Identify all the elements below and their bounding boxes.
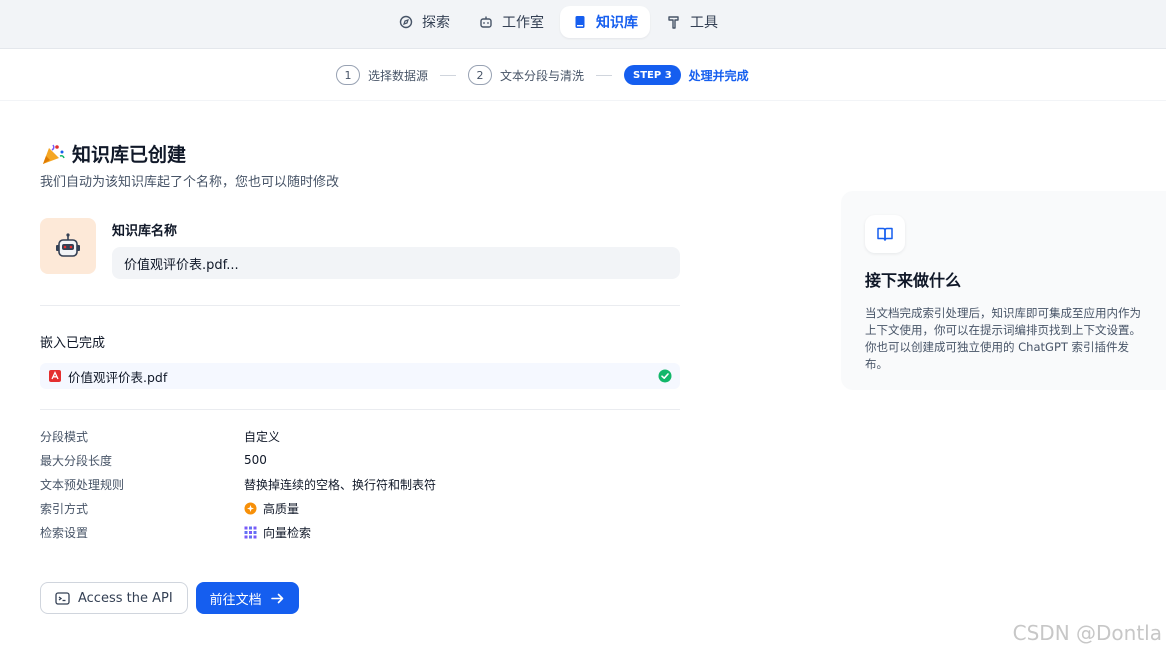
main-content: 知识库已创建 我们自动为该知识库起了个名称，您也可以随时修改 知识库名称 价值观… xyxy=(40,140,680,614)
stepper-bar: 1 选择数据源 2 文本分段与清洗 STEP 3 处理并完成 xyxy=(0,49,1166,101)
info-row: 最大分段长度 500 xyxy=(40,448,680,472)
info-value: 500 xyxy=(244,453,267,467)
action-buttons: Access the API 前往文档 xyxy=(40,582,680,614)
next-steps-title: 接下来做什么 xyxy=(865,271,962,290)
nav-studio[interactable]: 工作室 xyxy=(466,6,556,38)
high-quality-icon xyxy=(244,502,257,514)
knowledge-avatar[interactable] xyxy=(40,218,96,274)
terminal-icon xyxy=(55,591,70,605)
info-value-text: 500 xyxy=(244,453,267,467)
title-row: 知识库已创建 xyxy=(40,140,680,167)
access-api-button[interactable]: Access the API xyxy=(40,582,188,614)
info-value-text: 自定义 xyxy=(244,429,281,444)
go-to-documents-label: 前往文档 xyxy=(209,592,262,608)
info-value-text: 向量检索 xyxy=(263,525,312,540)
nav-tools[interactable]: 工具 xyxy=(654,6,730,38)
stepper: 1 选择数据源 2 文本分段与清洗 STEP 3 处理并完成 xyxy=(336,65,749,85)
hammer-icon xyxy=(668,16,679,29)
info-row: 分段模式 自定义 xyxy=(40,424,680,448)
step-1-label: 选择数据源 xyxy=(368,68,429,83)
info-value: 自定义 xyxy=(244,428,280,445)
info-row: 索引方式 高质量 xyxy=(40,496,680,520)
main-nav: 探索 工作室 知识库 工具 xyxy=(386,6,730,38)
knowledge-name-value: 价值观评价表.pdf... xyxy=(124,257,239,273)
embedding-status-title: 嵌入已完成 xyxy=(40,336,106,351)
name-label: 知识库名称 xyxy=(112,224,178,239)
step-1-number: 1 xyxy=(336,65,360,85)
knowledge-name-input[interactable]: 价值观评价表.pdf... xyxy=(112,247,680,279)
party-popper-icon xyxy=(43,144,65,164)
access-api-label: Access the API xyxy=(78,590,173,606)
step-1: 1 选择数据源 xyxy=(336,65,428,85)
next-steps-panel: 接下来做什么 当文档完成索引处理后，知识库即可集成至应用内作为上下文使用，你可以… xyxy=(841,191,1166,390)
file-name: 价值观评价表.pdf xyxy=(68,369,168,385)
divider xyxy=(40,305,680,306)
info-value: 高质量 xyxy=(244,500,299,517)
pdf-icon xyxy=(49,370,61,382)
step-3-badge: STEP 3 xyxy=(624,65,681,85)
nav-explore[interactable]: 探索 xyxy=(386,6,462,38)
robot-icon xyxy=(480,16,492,28)
info-key: 文本预处理规则 xyxy=(40,477,125,492)
step-3-label: 处理并完成 xyxy=(688,68,749,83)
step-separator xyxy=(440,74,457,76)
info-value-text: 高质量 xyxy=(263,501,300,516)
step-2: 2 文本分段与清洗 xyxy=(468,65,584,85)
arrow-right-icon xyxy=(270,593,283,603)
book-icon xyxy=(575,16,585,28)
info-row: 检索设置 向量检索 xyxy=(40,520,680,544)
nav-knowledge[interactable]: 知识库 xyxy=(560,6,650,38)
info-value: 向量检索 xyxy=(244,524,311,541)
file-list-item[interactable]: 价值观评价表.pdf xyxy=(40,363,680,389)
step-2-number: 2 xyxy=(468,65,493,85)
name-field-group: 知识库名称 价值观评价表.pdf... xyxy=(112,218,680,279)
open-book-icon xyxy=(877,227,893,241)
info-key: 分段模式 xyxy=(40,429,89,444)
info-key: 最大分段长度 xyxy=(40,453,113,468)
knowledge-name-section: 知识库名称 价值观评价表.pdf... xyxy=(40,218,680,279)
nav-studio-label: 工作室 xyxy=(502,15,544,31)
step-3: STEP 3 处理并完成 xyxy=(624,65,749,85)
check-circle-icon xyxy=(658,369,672,383)
info-key: 索引方式 xyxy=(40,501,89,516)
step-separator xyxy=(596,74,613,76)
info-row: 文本预处理规则 替换掉连续的空格、换行符和制表符 xyxy=(40,472,680,496)
robot-avatar-icon xyxy=(56,233,80,257)
top-navbar: 探索 工作室 知识库 工具 xyxy=(0,0,1166,49)
compass-icon xyxy=(399,15,413,29)
next-steps-text: 当文档完成索引处理后，知识库即可集成至应用内作为上下文使用，你可以在提示词编排页… xyxy=(865,306,1141,371)
side-icon-box xyxy=(865,215,905,253)
settings-summary: 分段模式 自定义 最大分段长度 500 文本预处理规则 替换掉连续的空格、换行符… xyxy=(40,424,680,544)
page-title: 知识库已创建 xyxy=(72,144,187,166)
nav-knowledge-label: 知识库 xyxy=(596,15,638,31)
info-key: 检索设置 xyxy=(40,525,89,540)
info-value: 替换掉连续的空格、换行符和制表符 xyxy=(244,476,436,493)
page-subtitle: 我们自动为该知识库起了个名称，您也可以随时修改 xyxy=(40,175,340,190)
nav-tools-label: 工具 xyxy=(690,15,718,31)
divider xyxy=(40,409,680,410)
nav-explore-label: 探索 xyxy=(422,15,450,31)
watermark: CSDN @Dontla xyxy=(1012,621,1162,645)
step-2-label: 文本分段与清洗 xyxy=(500,68,585,83)
go-to-documents-button[interactable]: 前往文档 xyxy=(195,582,299,614)
info-value-text: 替换掉连续的空格、换行符和制表符 xyxy=(244,477,437,492)
vector-grid-icon xyxy=(244,526,257,538)
